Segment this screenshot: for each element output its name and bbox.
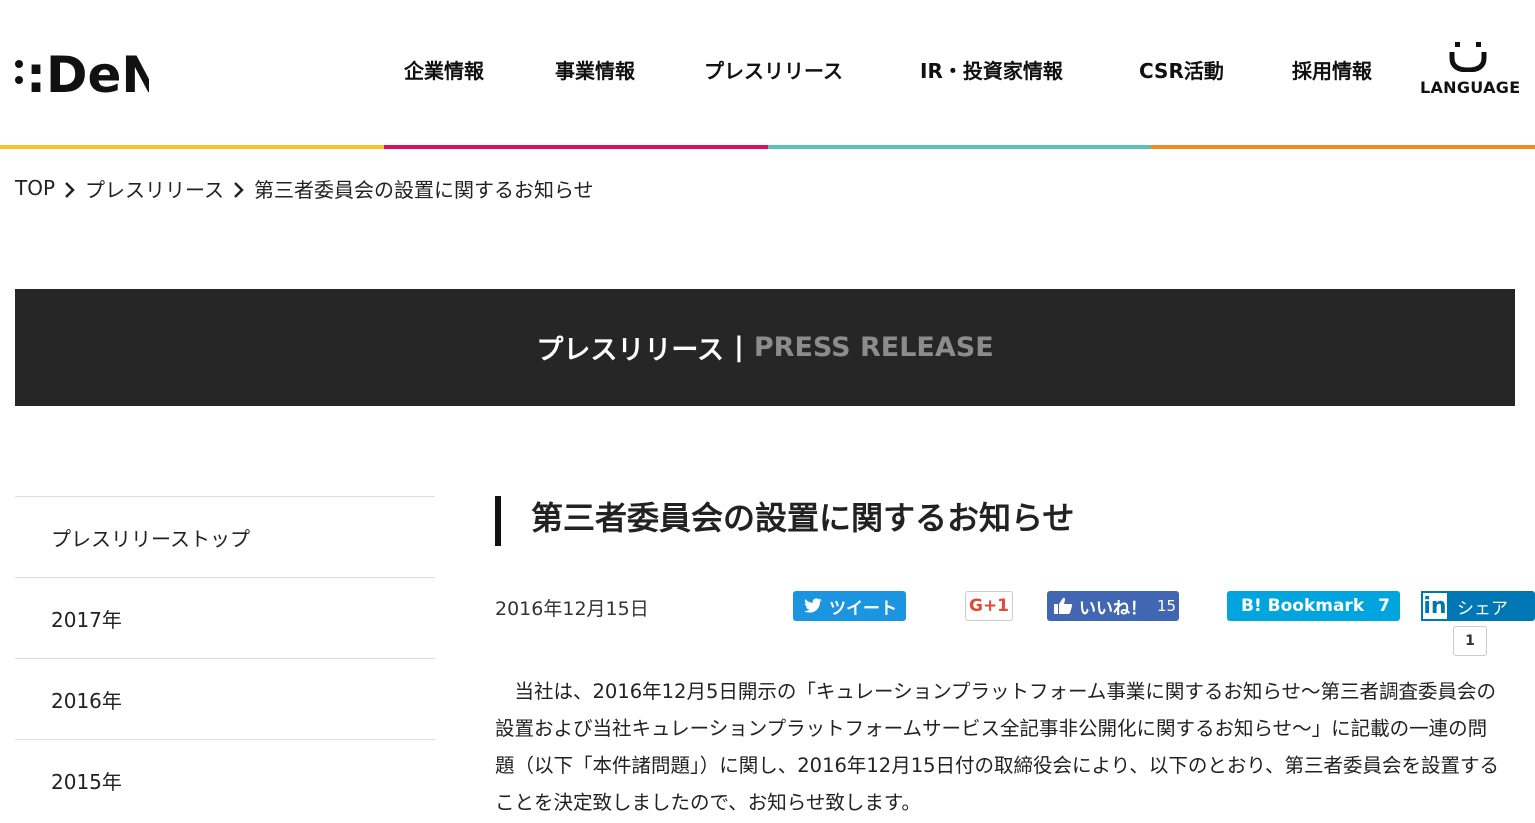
banner-title-jp: プレスリリース (536, 335, 724, 366)
accent-teal (767, 145, 1152, 149)
linkedin-label: シェア (1457, 598, 1508, 619)
language-selector[interactable]: LANGUAGE (1420, 40, 1521, 110)
nav-item-company[interactable]: 企業情報 (404, 55, 484, 84)
linkedin-icon: in (1421, 591, 1449, 621)
chevron-right-icon (224, 176, 254, 200)
banner-divider: | (734, 332, 744, 363)
thumbs-up-icon (1054, 597, 1073, 614)
tweet-label: ツイート (829, 598, 897, 619)
gplus-label: G+1 (968, 596, 1010, 616)
article-body: 当社は、2016年12月5日開示の「キュレーションプラットフォーム事業に関するお… (495, 680, 1500, 814)
banner-title-en: PRESS RELEASE (753, 332, 994, 363)
nav-item-business[interactable]: 事業情報 (555, 55, 635, 84)
breadcrumb: TOP プレスリリース 第三者委員会の設置に関するお知らせ (15, 174, 594, 202)
language-label: LANGUAGE (1420, 78, 1521, 97)
nav-item-ir[interactable]: IR・投資家情報 (920, 55, 1063, 84)
linkedin-share-count: 1 (1453, 626, 1487, 656)
smile-icon (1449, 42, 1486, 72)
breadcrumb-press-release[interactable]: プレスリリース (85, 174, 224, 203)
hatena-bookmark-button[interactable]: B! Bookmark 7 (1227, 591, 1400, 621)
nav-item-csr[interactable]: CSR活動 (1139, 55, 1224, 84)
accent-orange (1151, 145, 1535, 149)
accent-magenta (383, 145, 768, 149)
global-nav: 企業情報 事業情報 プレスリリース IR・投資家情報 CSR活動 採用情報 (0, 55, 1535, 85)
facebook-like-button[interactable]: いいね！ 15 (1047, 591, 1179, 621)
hatena-label: B! Bookmark (1241, 596, 1365, 616)
linkedin-share-button[interactable]: in シェア (1421, 591, 1535, 621)
article: 第三者委員会の設置に関するお知らせ 2016年12月15日 ツイート G+1 い… (495, 496, 1535, 814)
sidebar-item-2016[interactable]: 2016年 (15, 658, 435, 739)
article-title: 第三者委員会の設置に関するお知らせ (495, 496, 1535, 546)
sidebar-item-2017[interactable]: 2017年 (15, 577, 435, 658)
nav-item-recruit[interactable]: 採用情報 (1292, 55, 1372, 84)
breadcrumb-top[interactable]: TOP (15, 176, 55, 200)
gplus-button[interactable]: G+1 (965, 591, 1013, 621)
site-header: :DeNA 企業情報 事業情報 プレスリリース IR・投資家情報 CSR活動 採… (0, 0, 1535, 149)
like-count: 15 (1157, 597, 1177, 615)
accent-color-bar (0, 145, 1535, 149)
breadcrumb-current: 第三者委員会の設置に関するお知らせ (254, 177, 594, 202)
accent-yellow (0, 145, 384, 149)
hatena-count: 7 (1378, 596, 1390, 616)
article-date: 2016年12月15日 (495, 598, 649, 620)
tweet-button[interactable]: ツイート (793, 591, 906, 621)
sidebar-nav: プレスリリーストップ 2017年 2016年 2015年 (15, 496, 435, 820)
nav-item-press-release[interactable]: プレスリリース (704, 55, 843, 84)
chevron-right-icon (55, 176, 85, 200)
like-label: いいね！ (1079, 598, 1147, 619)
section-banner: プレスリリース | PRESS RELEASE (15, 289, 1515, 406)
sidebar-item-press-top[interactable]: プレスリリーストップ (15, 496, 435, 577)
twitter-bird-icon (804, 598, 822, 613)
sidebar-item-2015[interactable]: 2015年 (15, 739, 435, 820)
